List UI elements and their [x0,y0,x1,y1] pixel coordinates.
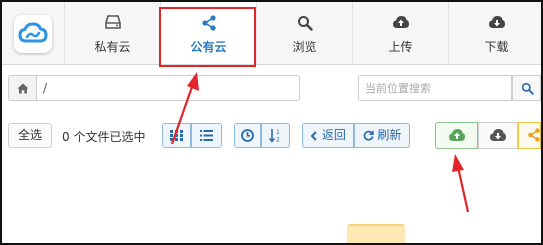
search-button[interactable] [512,75,541,101]
upload-button[interactable] [435,122,478,149]
nav-download[interactable]: 下载 [448,2,541,64]
drive-icon [104,15,121,29]
cloud-download-icon [490,128,506,141]
top-nav-bar: 私有云 公有云 浏览 上传 下载 [2,2,541,65]
clock-icon [241,129,254,142]
folder-icon[interactable] [347,224,405,243]
cloud-upload-icon [448,128,465,141]
share-button[interactable] [518,122,541,149]
nav-label: 私有云 [94,40,131,54]
list-view-icon [200,130,213,141]
nav-public-cloud[interactable]: 公有云 [160,2,256,64]
nav-upload[interactable]: 上传 [352,2,448,64]
app-logo [14,15,52,53]
nav-label: 上传 [388,40,413,54]
cloud-upload-icon [392,16,409,28]
nav-label: 下载 [484,40,509,54]
grid-view-button[interactable] [162,123,191,148]
cloud-logo-icon [18,22,48,43]
selected-count-text: 0 个文件已选中 [62,130,146,144]
back-button-label: 返回 [321,128,346,142]
home-button[interactable] [8,75,36,101]
cloud-download-icon [488,16,505,28]
back-button[interactable]: 返回 [302,123,354,148]
annotation-arrow-upload [452,154,470,213]
path-input[interactable] [36,75,300,101]
select-all-button[interactable]: 全选 [8,123,52,148]
sort-by-time-button[interactable] [234,123,261,148]
nav-label: 公有云 [190,40,227,54]
refresh-button[interactable]: 刷新 [354,123,410,148]
search-input[interactable] [358,75,512,101]
grid-view-icon [170,130,183,141]
app-window: 私有云 公有云 浏览 上传 下载 / 当前位置搜索 全选 0 个文件已选中 1 … [0,0,543,245]
download-button[interactable] [478,122,518,149]
share-icon [528,127,540,142]
sort-alpha-icon: 1 2 [268,129,280,144]
svg-text:1: 1 [276,129,280,136]
search-icon [521,82,534,95]
nav-browse[interactable]: 浏览 [256,2,352,64]
sort-by-name-button[interactable]: 1 2 [261,123,290,148]
nav-label: 浏览 [292,40,317,54]
refresh-icon [363,130,374,141]
list-view-button[interactable] [191,123,222,148]
refresh-button-label: 刷新 [377,128,402,142]
nav-private-cloud[interactable]: 私有云 [64,2,160,64]
share-icon [201,15,216,31]
search-icon [297,16,313,31]
home-icon [17,83,29,94]
svg-text:2: 2 [276,137,280,144]
chevron-left-icon [310,130,317,141]
